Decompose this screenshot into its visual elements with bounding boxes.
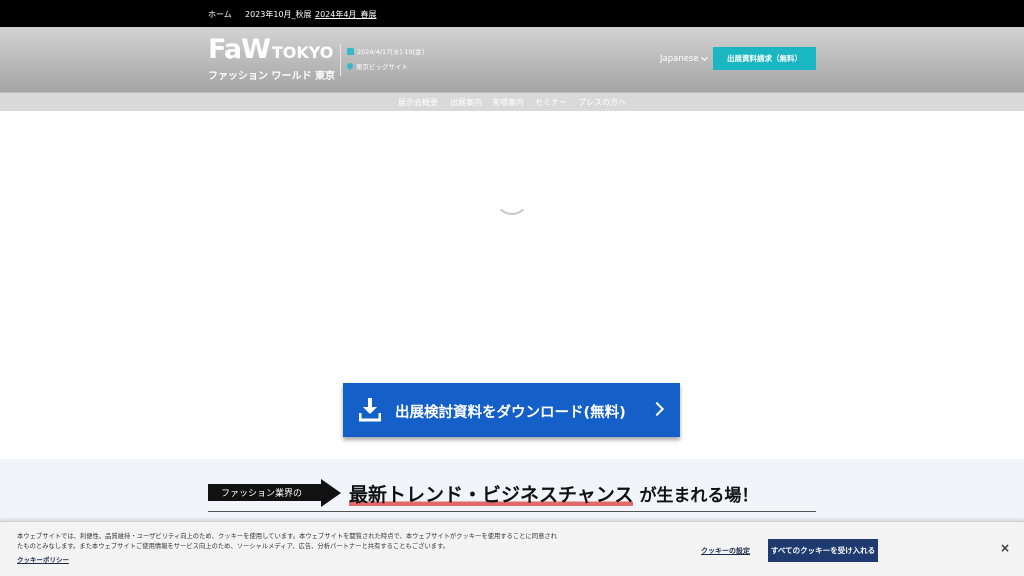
tag-arrow-icon xyxy=(321,479,341,507)
nav-item-press[interactable]: プレスの方へ xyxy=(578,97,626,108)
logo-faw-text: FaW xyxy=(208,34,271,65)
logo-tokyo-text: TOKYO xyxy=(271,43,334,62)
trend-divider xyxy=(208,511,816,512)
download-icon xyxy=(359,398,381,422)
nav-item-seminar[interactable]: セミナー xyxy=(535,97,567,108)
trend-headline-highlight: 最新トレンド・ビジネスチャンス xyxy=(349,484,634,506)
site-logo[interactable]: FaW TOKYO xyxy=(208,35,333,68)
header-divider xyxy=(340,44,341,76)
topbar-link-autumn-2023[interactable]: 2023年10月_秋展 xyxy=(245,9,312,20)
request-materials-button[interactable]: 出展資料請求（無料） xyxy=(713,47,816,70)
site-header: FaW TOKYO ファッション ワールド 東京 2024/4/17[水]-19[… xyxy=(0,27,1024,92)
nav-item-overview[interactable]: 展示会概要 xyxy=(398,97,438,108)
cookie-banner: 本ウェブサイトでは、利便性、品質維持・ユーザビリティ向上のため、クッキーを使用し… xyxy=(0,521,1024,576)
cookie-notice-text: 本ウェブサイトでは、利便性、品質維持・ユーザビリティ向上のため、クッキーを使用し… xyxy=(17,533,557,550)
cookie-policy-link[interactable]: クッキーポリシー xyxy=(17,554,69,564)
nav-item-visit[interactable]: 来場案内 xyxy=(492,97,524,108)
accept-all-cookies-button[interactable]: すべてのクッキーを受け入れる xyxy=(768,539,878,562)
trend-headline: 最新トレンド・ビジネスチャンス が生まれる場！ xyxy=(349,480,758,507)
language-selector[interactable]: Japanese xyxy=(660,53,708,64)
event-venue: 東京ビッグサイト xyxy=(345,61,408,71)
top-bar: ホーム 2023年10月_秋展 2024年4月_春展 xyxy=(0,0,1024,27)
trend-headline-rest: が生まれる場！ xyxy=(639,486,759,506)
language-label: Japanese xyxy=(660,54,699,64)
location-pin-icon xyxy=(345,61,355,71)
event-date-text: 2024/4/17[水]-19[金] xyxy=(357,48,425,56)
event-date: 2024/4/17[水]-19[金] xyxy=(347,46,424,56)
nav-item-exhibit[interactable]: 出展案内 xyxy=(450,97,482,108)
calendar-icon xyxy=(347,47,354,55)
topbar-link-home[interactable]: ホーム xyxy=(208,9,232,20)
download-materials-button[interactable]: 出展検討資料をダウンロード(無料) xyxy=(343,383,680,437)
loading-spinner-icon xyxy=(495,181,529,215)
logo-subtitle: ファッション ワールド 東京 xyxy=(208,71,335,82)
cookie-settings-link[interactable]: クッキーの設定 xyxy=(701,546,750,556)
main-nav: 展示会概要 出展案内 来場案内 セミナー プレスの方へ xyxy=(0,92,1024,111)
close-icon[interactable]: × xyxy=(1000,541,1010,555)
chevron-down-icon xyxy=(700,53,708,62)
chevron-right-icon xyxy=(649,401,665,417)
trend-tag: ファッション業界の xyxy=(208,484,321,501)
download-button-label: 出展検討資料をダウンロード(無料) xyxy=(395,405,626,421)
topbar-link-spring-2024[interactable]: 2024年4月_春展 xyxy=(315,9,376,20)
event-venue-text: 東京ビッグサイト xyxy=(356,63,408,71)
